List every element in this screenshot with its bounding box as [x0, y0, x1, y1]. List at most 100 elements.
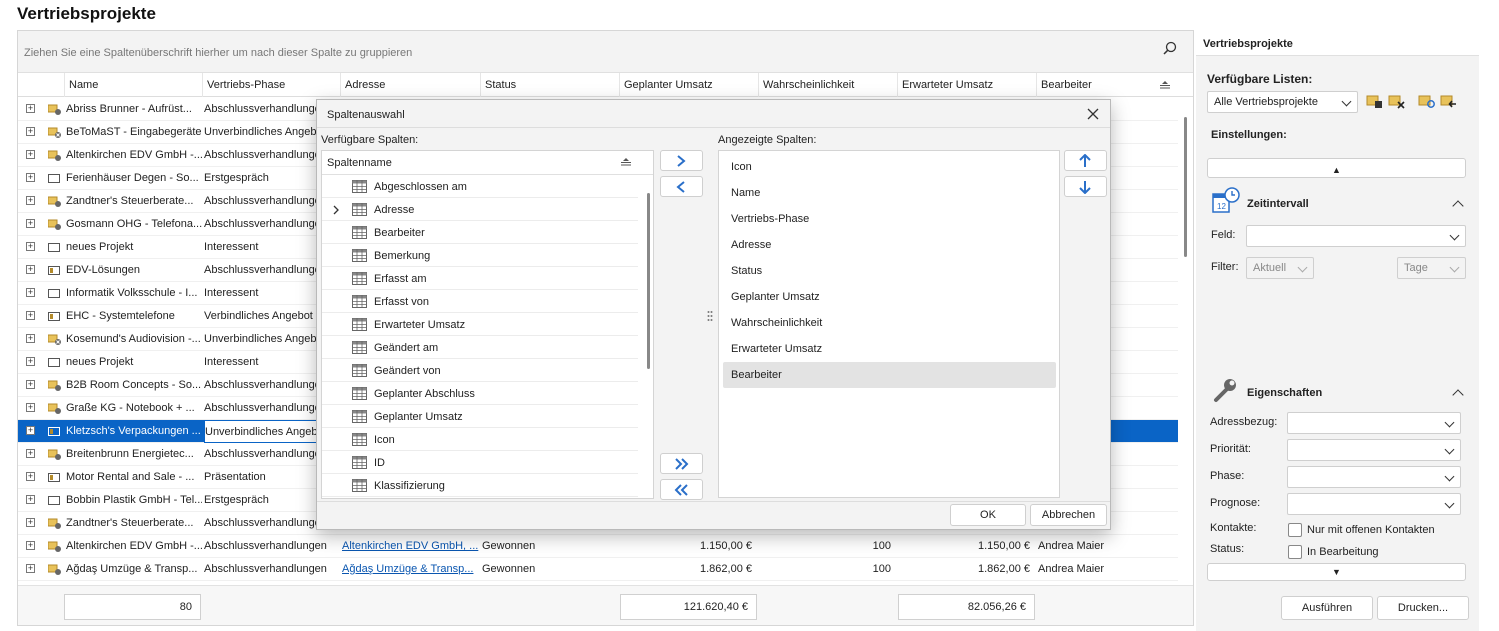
available-column-item[interactable]: Bemerkung — [322, 245, 638, 267]
available-column-item[interactable]: ID — [322, 452, 638, 474]
available-column-item[interactable]: Geplanter Abschluss — [322, 383, 638, 405]
shown-column-item[interactable]: Status — [723, 258, 1056, 284]
column-header[interactable]: Adresse — [340, 73, 480, 97]
column-header[interactable]: Bearbeiter — [1036, 73, 1156, 97]
move-down-button[interactable] — [1064, 176, 1107, 197]
expand-row-icon[interactable]: + — [26, 311, 35, 320]
kontakte-checkbox[interactable] — [1288, 523, 1302, 537]
shown-column-item[interactable]: Icon — [723, 154, 1056, 180]
count-summary: 80 — [64, 594, 201, 620]
expand-row-icon[interactable]: + — [26, 334, 35, 343]
add-column-button[interactable] — [660, 150, 703, 171]
available-column-item[interactable]: Geändert am — [322, 337, 638, 359]
property-select[interactable] — [1287, 439, 1461, 461]
shown-column-item[interactable]: Erwarteter Umsatz — [723, 336, 1056, 362]
available-column-item[interactable]: Erfasst am — [322, 268, 638, 290]
list-select[interactable]: Alle Vertriebsprojekte — [1207, 91, 1358, 113]
available-column-item[interactable]: Erfasst von — [322, 291, 638, 313]
cell-adresse[interactable]: Altenkirchen EDV GmbH, ... — [342, 535, 480, 558]
eig-collapse-icon[interactable] — [1452, 389, 1464, 401]
expand-row-icon[interactable]: + — [26, 150, 35, 159]
available-column-item[interactable]: Geändert von — [322, 360, 638, 382]
property-select[interactable] — [1287, 466, 1461, 488]
ok-button[interactable]: OK — [950, 504, 1026, 526]
expand-row-icon[interactable]: + — [26, 127, 35, 136]
expand-row-icon[interactable]: + — [26, 173, 35, 182]
cell-name: Kosemund's Audiovision -... — [66, 333, 201, 345]
expand-row-icon[interactable]: + — [26, 472, 35, 481]
move-up-button[interactable] — [1064, 150, 1107, 171]
import-list-icon[interactable] — [1440, 93, 1458, 109]
column-header[interactable]: Name — [64, 73, 202, 97]
cell-name: Ferienhäuser Degen - So... — [66, 172, 199, 184]
expand-row-icon[interactable]: + — [26, 403, 35, 412]
column-header[interactable]: Vertriebs-Phase — [202, 73, 340, 97]
expand-row-icon[interactable]: + — [26, 242, 35, 251]
expand-row-icon[interactable]: + — [26, 495, 35, 504]
add-all-button[interactable] — [660, 453, 703, 474]
group-by-bar[interactable]: Ziehen Sie eine Spaltenüberschrift hierh… — [18, 31, 1193, 73]
available-column-item[interactable]: Geplanter Umsatz — [322, 406, 638, 428]
table-row[interactable]: + Altenkirchen EDV GmbH -... Abschlussverh… — [18, 535, 1178, 558]
column-header[interactable]: Erwarteter Umsatz — [897, 73, 1036, 97]
expand-row-icon[interactable]: + — [26, 426, 35, 435]
column-sort-icon[interactable] — [1160, 81, 1170, 89]
expand-chevron-icon[interactable] — [332, 205, 340, 215]
project-lost-icon — [48, 334, 61, 345]
available-column-item[interactable]: Icon — [322, 429, 638, 451]
shown-column-item[interactable]: Vertriebs-Phase — [723, 206, 1056, 232]
print-button[interactable]: Drucken... — [1377, 596, 1469, 620]
available-column-item[interactable]: Adresse — [322, 199, 638, 221]
expand-row-icon[interactable]: + — [26, 219, 35, 228]
expand-row-icon[interactable]: + — [26, 518, 35, 527]
table-row[interactable]: + Ağdaş Umzüge & Transp... Abschlussverhan… — [18, 558, 1178, 581]
column-header[interactable]: Geplanter Umsatz — [619, 73, 758, 97]
expand-row-icon[interactable]: + — [26, 380, 35, 389]
remove-column-button[interactable] — [660, 176, 703, 197]
run-button[interactable]: Ausführen — [1281, 596, 1373, 620]
unit-select[interactable]: Tage — [1397, 257, 1466, 279]
shown-column-item[interactable]: Wahrscheinlichkeit — [723, 310, 1056, 336]
collapse-up-button[interactable]: ▲ — [1207, 158, 1466, 178]
available-label: Verfügbare Spalten: — [321, 134, 419, 146]
remove-all-button[interactable] — [660, 479, 703, 500]
zeit-collapse-icon[interactable] — [1452, 200, 1464, 212]
expand-row-icon[interactable]: + — [26, 196, 35, 205]
expand-row-icon[interactable]: + — [26, 288, 35, 297]
available-list-header[interactable]: Spaltenname — [322, 151, 653, 175]
shown-column-item[interactable]: Bearbeiter — [723, 362, 1056, 388]
save-list-icon[interactable] — [1366, 93, 1384, 109]
expand-row-icon[interactable]: + — [26, 541, 35, 550]
feld-select[interactable] — [1246, 225, 1466, 247]
splitter-grip-icon[interactable] — [707, 310, 713, 322]
cell-adresse[interactable]: Ağdaş Umzüge & Transp... — [342, 558, 480, 581]
cancel-button[interactable]: Abbrechen — [1030, 504, 1107, 526]
close-icon[interactable] — [1086, 107, 1100, 121]
property-select[interactable] — [1287, 412, 1461, 434]
expand-row-icon[interactable]: + — [26, 449, 35, 458]
grid-scrollbar[interactable] — [1184, 117, 1187, 257]
refresh-list-icon[interactable] — [1418, 93, 1436, 109]
property-select[interactable] — [1287, 493, 1461, 515]
delete-list-icon[interactable] — [1388, 93, 1406, 109]
available-column-item[interactable]: Erwarteter Umsatz — [322, 314, 638, 336]
sort-icon[interactable] — [621, 158, 631, 166]
column-header[interactable]: Status — [480, 73, 619, 97]
shown-column-item[interactable]: Name — [723, 180, 1056, 206]
status-checkbox[interactable] — [1288, 545, 1302, 559]
collapse-down-button[interactable]: ▼ — [1207, 563, 1466, 581]
shown-column-item[interactable]: Adresse — [723, 232, 1056, 258]
expand-row-icon[interactable]: + — [26, 357, 35, 366]
expand-row-icon[interactable]: + — [26, 564, 35, 573]
panel-tab[interactable]: Vertriebsprojekte — [1196, 30, 1479, 56]
shown-column-item[interactable]: Geplanter Umsatz — [723, 284, 1056, 310]
available-column-item[interactable]: Bearbeiter — [322, 222, 638, 244]
available-scrollbar[interactable] — [647, 193, 650, 369]
search-icon[interactable] — [1163, 41, 1177, 55]
filter-select[interactable]: Aktuell — [1246, 257, 1314, 279]
expand-row-icon[interactable]: + — [26, 265, 35, 274]
available-column-item[interactable]: Klassifizierung — [322, 475, 638, 497]
expand-row-icon[interactable]: + — [26, 104, 35, 113]
column-header[interactable]: Wahrscheinlichkeit — [758, 73, 897, 97]
available-column-item[interactable]: Abgeschlossen am — [322, 176, 638, 198]
